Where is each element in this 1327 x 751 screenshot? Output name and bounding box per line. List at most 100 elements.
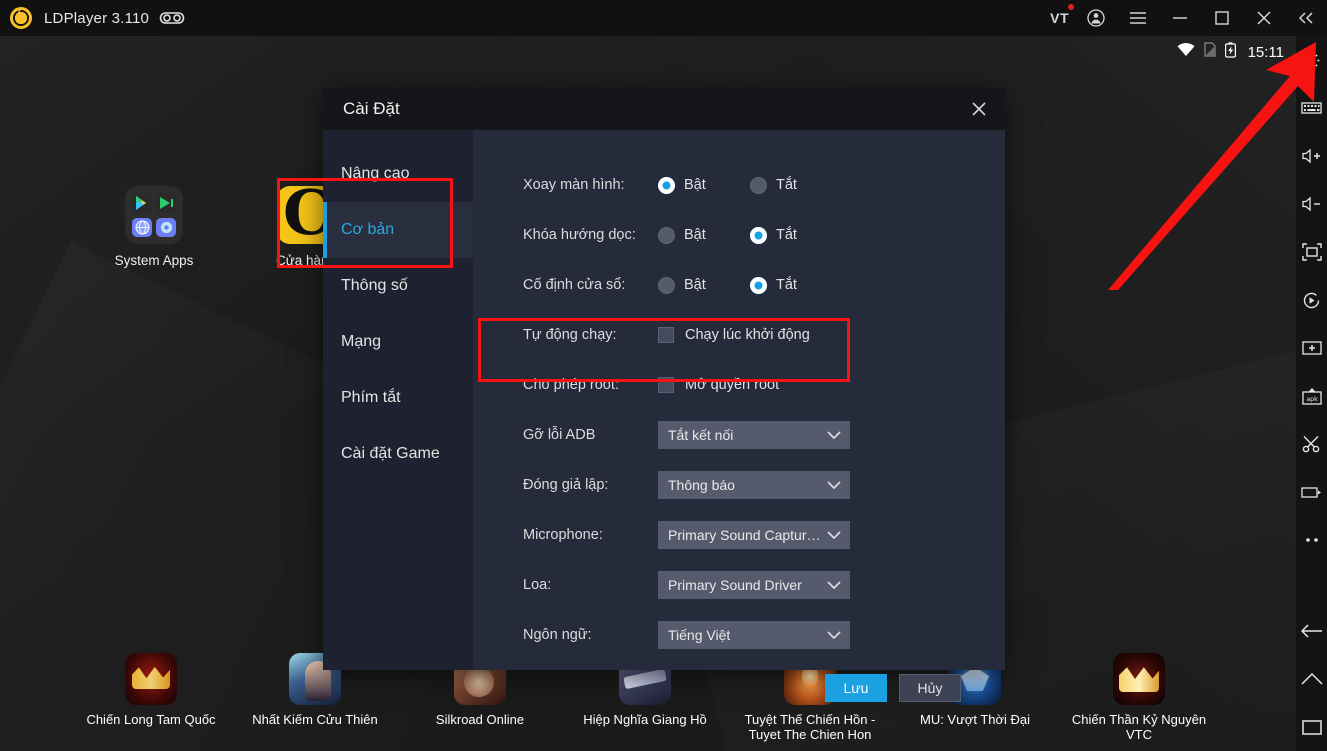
radio-label: Bật xyxy=(684,227,706,243)
add-icon[interactable] xyxy=(1296,324,1327,372)
radio-fix-window-on[interactable]: Bật xyxy=(658,276,750,294)
checkbox-autorun[interactable]: Chạy lúc khởi động xyxy=(658,327,810,343)
radio-fix-window-off[interactable]: Tắt xyxy=(750,276,842,294)
setting-label: Cho phép root: xyxy=(523,377,619,393)
sidebar-item-nang-cao[interactable]: Nâng cao xyxy=(323,146,473,202)
media-player-mini-icon xyxy=(156,193,176,214)
close-icon[interactable] xyxy=(963,94,995,124)
radio-label: Tắt xyxy=(776,227,797,243)
volume-up-icon[interactable] xyxy=(1296,132,1327,180)
keyboard-icon[interactable] xyxy=(1296,84,1327,132)
radio-rotate-on[interactable]: Bật xyxy=(658,176,750,194)
radio-lock-portrait-on[interactable]: Bật xyxy=(658,226,750,244)
nav-label: Phím tắt xyxy=(341,389,401,406)
sidebar-item-thong-so[interactable]: Thông số xyxy=(323,258,473,314)
battery-icon xyxy=(1224,41,1236,63)
setting-label: Khóa hướng dọc: xyxy=(523,227,636,243)
vt-badge[interactable]: VT xyxy=(1046,4,1075,26)
select-close-emulator[interactable]: Thông báo xyxy=(658,471,850,499)
select-adb[interactable]: Tắt kết nối xyxy=(658,421,850,449)
radio-lock-portrait-off[interactable]: Tắt xyxy=(750,226,842,244)
system-apps-folder-icon xyxy=(125,186,183,244)
save-button[interactable]: Lưu xyxy=(825,674,887,702)
radio-indicator xyxy=(658,276,675,294)
select-speaker[interactable]: Primary Sound Driver xyxy=(658,571,850,599)
setting-label: Loa: xyxy=(523,577,552,593)
sidebar-item-phim-tat[interactable]: Phím tắt xyxy=(323,370,473,426)
setting-row-fix-window: Cố định cửa sổ: Bật Tắt xyxy=(523,260,971,310)
desktop-icon-system-apps[interactable]: System Apps xyxy=(94,186,214,269)
recents-icon[interactable] xyxy=(1296,703,1327,751)
checkbox-allow-root[interactable]: Mở quyền root xyxy=(658,377,779,393)
setting-row-speaker: Loa: Primary Sound Driver xyxy=(523,560,971,610)
select-language[interactable]: Tiếng Việt xyxy=(658,621,850,649)
dialog-body: Nâng cao Cơ bản Thông số Mạng Phím tắt C… xyxy=(323,130,1005,702)
setting-row-allow-root: Cho phép root: Mở quyền root xyxy=(523,360,971,410)
radio-indicator xyxy=(658,226,675,244)
select-value: Thông báo xyxy=(668,477,735,493)
nav-label: Mạng xyxy=(341,333,382,350)
radio-indicator xyxy=(750,226,767,244)
back-icon[interactable] xyxy=(1296,607,1327,655)
apk-install-icon[interactable]: apk xyxy=(1296,372,1327,420)
radio-rotate-off[interactable]: Tắt xyxy=(750,176,842,194)
sidebar-item-cai-dat-game[interactable]: Cài đặt Game xyxy=(323,426,473,482)
minimize-icon[interactable] xyxy=(1159,0,1201,36)
setting-label: Xoay màn hình: xyxy=(523,177,625,193)
dock-game-label: Tuyệt Thế Chiến Hồn - Tuyet The Chien Ho… xyxy=(744,712,876,742)
select-value: Primary Sound Capture ... xyxy=(668,527,826,543)
gamepad-icon xyxy=(159,10,185,26)
radio-indicator xyxy=(750,176,767,194)
select-microphone[interactable]: Primary Sound Capture ... xyxy=(658,521,850,549)
dock-game-item[interactable]: Chiến Thần Kỷ Nguyên VTC xyxy=(1064,653,1214,742)
settings-gear-mini-icon xyxy=(156,217,176,237)
nav-label: Cài đặt Game xyxy=(341,445,440,462)
volume-down-icon[interactable] xyxy=(1296,180,1327,228)
home-icon[interactable] xyxy=(1296,655,1327,703)
vt-notification-dot xyxy=(1068,4,1074,10)
sidebar-item-mang[interactable]: Mạng xyxy=(323,314,473,370)
sidebar-item-co-ban[interactable]: Cơ bản xyxy=(323,202,473,258)
maximize-icon[interactable] xyxy=(1201,0,1243,36)
desktop-icon-label: System Apps xyxy=(114,253,194,268)
gear-icon[interactable] xyxy=(1296,36,1327,84)
more-dots-icon[interactable] xyxy=(1296,516,1327,564)
checkbox-indicator xyxy=(658,377,674,393)
dock-game-label: Silkroad Online xyxy=(435,712,525,727)
dock-game-label: Nhất Kiếm Cửu Thiên xyxy=(252,712,378,727)
radio-indicator xyxy=(658,176,675,194)
double-chevron-left-icon[interactable] xyxy=(1285,0,1327,36)
browser-globe-mini-icon xyxy=(132,217,152,237)
account-icon[interactable] xyxy=(1075,0,1117,36)
record-icon[interactable] xyxy=(1296,276,1327,324)
dock-game-item[interactable]: Chiến Long Tam Quốc xyxy=(76,653,226,727)
fullscreen-icon[interactable] xyxy=(1296,228,1327,276)
sim-card-icon xyxy=(1203,42,1216,62)
app-title: LDPlayer 3.110 xyxy=(44,9,150,27)
emulator-side-toolbar: apk xyxy=(1296,36,1327,751)
setting-row-close-emulator: Đóng giả lập: Thông báo xyxy=(523,460,971,510)
screenshot-icon[interactable] xyxy=(1296,468,1327,516)
checkbox-label: Chạy lúc khởi động xyxy=(685,327,810,343)
setting-row-autorun: Tự động chạy: Chạy lúc khởi động xyxy=(523,310,971,360)
setting-label: Ngôn ngữ: xyxy=(523,627,592,643)
scissors-icon[interactable] xyxy=(1296,420,1327,468)
setting-row-lock-portrait: Khóa hướng dọc: Bật Tắt xyxy=(523,210,971,260)
window-title-bar: LDPlayer 3.110 VT xyxy=(0,0,1327,36)
nav-label: Thông số xyxy=(341,277,408,294)
setting-label: Microphone: xyxy=(523,527,603,543)
cancel-button[interactable]: Hủy xyxy=(899,674,961,702)
radio-label: Tắt xyxy=(776,277,797,293)
chevron-down-icon xyxy=(826,477,842,493)
game-icon-chien-than-ky-nguyen-vtc xyxy=(1113,653,1165,705)
dock-game-label: Chiến Thần Kỷ Nguyên VTC xyxy=(1071,712,1207,742)
settings-nav: Nâng cao Cơ bản Thông số Mạng Phím tắt C… xyxy=(323,130,473,670)
dialog-title-bar: Cài Đặt xyxy=(323,88,1005,130)
dock-game-label: MU: Vượt Thời Đại xyxy=(919,712,1031,727)
setting-label: Cố định cửa sổ: xyxy=(523,277,626,293)
chevron-down-icon xyxy=(826,527,842,543)
radio-indicator xyxy=(750,276,767,294)
close-icon[interactable] xyxy=(1243,0,1285,36)
select-value: Primary Sound Driver xyxy=(668,577,802,593)
hamburger-menu-icon[interactable] xyxy=(1117,0,1159,36)
